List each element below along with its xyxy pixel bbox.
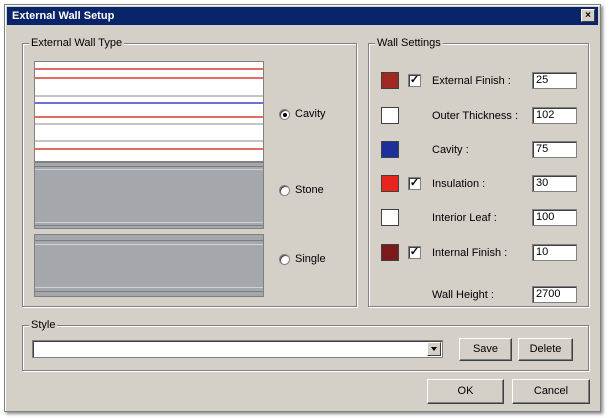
save-button[interactable]: Save	[459, 338, 512, 361]
radio-stone[interactable]: Stone	[279, 183, 324, 197]
radio-stone-circle[interactable]	[279, 184, 290, 196]
insulation-label: Insulation :	[432, 178, 486, 190]
style-dropdown-arrow-button[interactable]	[427, 342, 441, 356]
external-finish-label: External Finish :	[432, 75, 511, 87]
single-wall-line-bottom	[35, 291, 263, 292]
external-finish-color-swatch[interactable]	[381, 72, 399, 89]
single-wall-preview[interactable]	[34, 234, 264, 297]
close-icon: ×	[585, 10, 591, 21]
radio-cavity[interactable]: Cavity	[279, 107, 326, 121]
single-wall-line-top	[35, 240, 263, 241]
cancel-button[interactable]: Cancel	[512, 379, 590, 404]
external-finish-checkbox[interactable]: ✓	[408, 74, 421, 87]
single-wall-line-top-light	[35, 244, 263, 245]
stone-wall-line-bottom-light	[35, 222, 263, 223]
external-wall-type-label: External Wall Type	[29, 37, 125, 49]
style-dropdown-value	[33, 343, 36, 355]
radio-single[interactable]: Single	[279, 252, 326, 266]
interior-leaf-color-swatch[interactable]	[381, 209, 399, 226]
internal-finish-label: Internal Finish :	[432, 247, 508, 259]
radio-cavity-circle[interactable]	[279, 108, 290, 120]
save-button-label: Save	[472, 343, 499, 355]
wall-height-label: Wall Height :	[432, 289, 494, 301]
radio-cavity-label: Cavity	[295, 108, 326, 120]
wall-height-field[interactable]: 2700	[532, 286, 577, 303]
stone-wall-line-bottom	[35, 225, 263, 226]
outer-thickness-color-swatch[interactable]	[381, 107, 399, 124]
radio-selected-dot	[283, 112, 287, 117]
internal-finish-checkbox[interactable]: ✓	[408, 246, 421, 259]
internal-finish-field[interactable]: 10	[532, 244, 577, 261]
ok-button[interactable]: OK	[427, 379, 504, 404]
delete-button[interactable]: Delete	[518, 338, 573, 361]
insulation-checkbox[interactable]: ✓	[408, 177, 421, 190]
chevron-down-icon	[431, 347, 437, 351]
radio-single-label: Single	[295, 253, 326, 265]
delete-button-label: Delete	[529, 343, 562, 355]
insulation-field[interactable]: 30	[532, 175, 577, 192]
stone-wall-line-top-light	[35, 169, 263, 170]
interior-leaf-field[interactable]: 100	[532, 209, 577, 226]
ok-button-label: OK	[457, 385, 474, 397]
internal-finish-color-swatch[interactable]	[381, 244, 399, 261]
style-label: Style	[29, 319, 58, 331]
outer-thickness-field[interactable]: 102	[532, 107, 577, 124]
close-button[interactable]: ×	[581, 9, 595, 22]
title-bar: External Wall Setup ×	[7, 7, 598, 25]
cavity-color-swatch[interactable]	[381, 141, 399, 158]
style-dropdown[interactable]	[32, 340, 443, 358]
cavity-wall-lines	[35, 68, 263, 150]
insulation-color-swatch[interactable]	[381, 175, 399, 192]
stone-wall-line-top	[35, 166, 263, 167]
window-title: External Wall Setup	[12, 10, 115, 22]
outer-thickness-label: Outer Thickness :	[432, 110, 518, 122]
cavity-wall-preview[interactable]	[34, 61, 264, 162]
cavity-field[interactable]: 75	[532, 141, 577, 158]
cancel-button-label: Cancel	[533, 385, 569, 397]
wall-settings-label: Wall Settings	[375, 37, 443, 49]
radio-single-circle[interactable]	[279, 253, 290, 265]
single-wall-line-bottom-light	[35, 287, 263, 288]
stone-wall-preview[interactable]	[34, 162, 264, 229]
interior-leaf-label: Interior Leaf :	[432, 212, 497, 224]
cavity-label: Cavity :	[432, 144, 469, 156]
radio-stone-label: Stone	[295, 184, 324, 196]
external-finish-field[interactable]: 25	[532, 72, 577, 89]
